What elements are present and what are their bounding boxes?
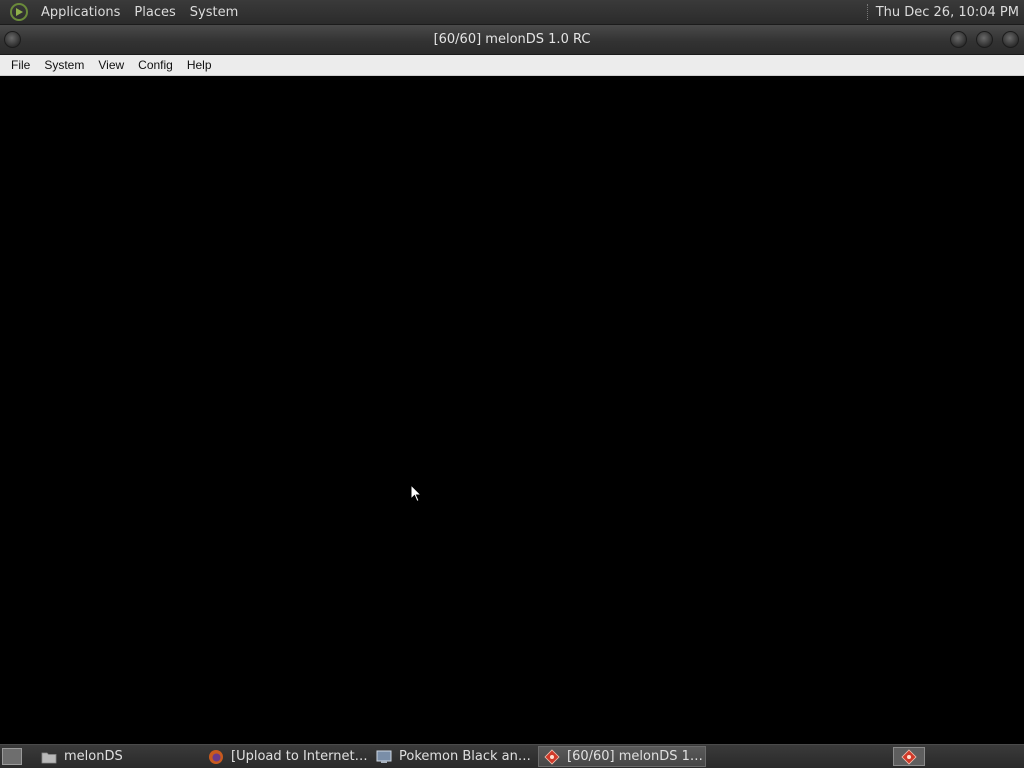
places-menu[interactable]: Places xyxy=(127,0,182,25)
tray-melonds-icon[interactable] xyxy=(893,747,925,766)
bottom-taskbar: melonDS [Upload to Internet ... Pokemon … xyxy=(0,744,1024,768)
applications-menu-icon[interactable] xyxy=(10,3,28,21)
firefox-icon xyxy=(208,749,224,765)
mouse-cursor-icon xyxy=(410,484,423,503)
taskbar-item-upload[interactable]: [Upload to Internet ... xyxy=(203,746,369,767)
menu-config[interactable]: Config xyxy=(131,55,180,75)
maximize-button[interactable] xyxy=(976,31,993,48)
taskbar-item-pokemon[interactable]: Pokemon Black and... xyxy=(371,746,537,767)
taskbar-item-melonds-window[interactable]: [60/60] melonDS 1.... xyxy=(538,746,706,767)
desktop: Applications Places System Thu Dec 26, 1… xyxy=(0,0,1024,768)
task-label: [60/60] melonDS 1.... xyxy=(567,749,705,764)
menu-file[interactable]: File xyxy=(4,55,37,75)
applications-menu[interactable]: Applications xyxy=(34,0,127,25)
panel-separator xyxy=(866,4,870,20)
folder-icon xyxy=(41,749,57,765)
task-label: [Upload to Internet ... xyxy=(231,749,369,764)
show-desktop-button[interactable] xyxy=(2,748,22,765)
minimize-button[interactable] xyxy=(950,31,967,48)
window-title-bar[interactable]: [60/60] melonDS 1.0 RC xyxy=(0,25,1024,55)
menu-system[interactable]: System xyxy=(37,55,91,75)
clock[interactable]: Thu Dec 26, 10:04 PM xyxy=(876,5,1024,20)
menu-help[interactable]: Help xyxy=(180,55,219,75)
app-menubar: File System View Config Help xyxy=(0,55,1024,76)
emulator-screen[interactable] xyxy=(0,76,1024,744)
menu-view[interactable]: View xyxy=(91,55,131,75)
task-label: Pokemon Black and... xyxy=(399,749,537,764)
system-menu[interactable]: System xyxy=(183,0,245,25)
task-label: melonDS xyxy=(64,749,123,764)
melonds-icon xyxy=(544,748,560,765)
taskbar-item-melonds-folder[interactable]: melonDS xyxy=(36,746,202,767)
system-monitor-icon xyxy=(376,749,392,765)
window-title: [60/60] melonDS 1.0 RC xyxy=(433,32,591,47)
close-button[interactable] xyxy=(1002,31,1019,48)
top-panel: Applications Places System Thu Dec 26, 1… xyxy=(0,0,1024,25)
